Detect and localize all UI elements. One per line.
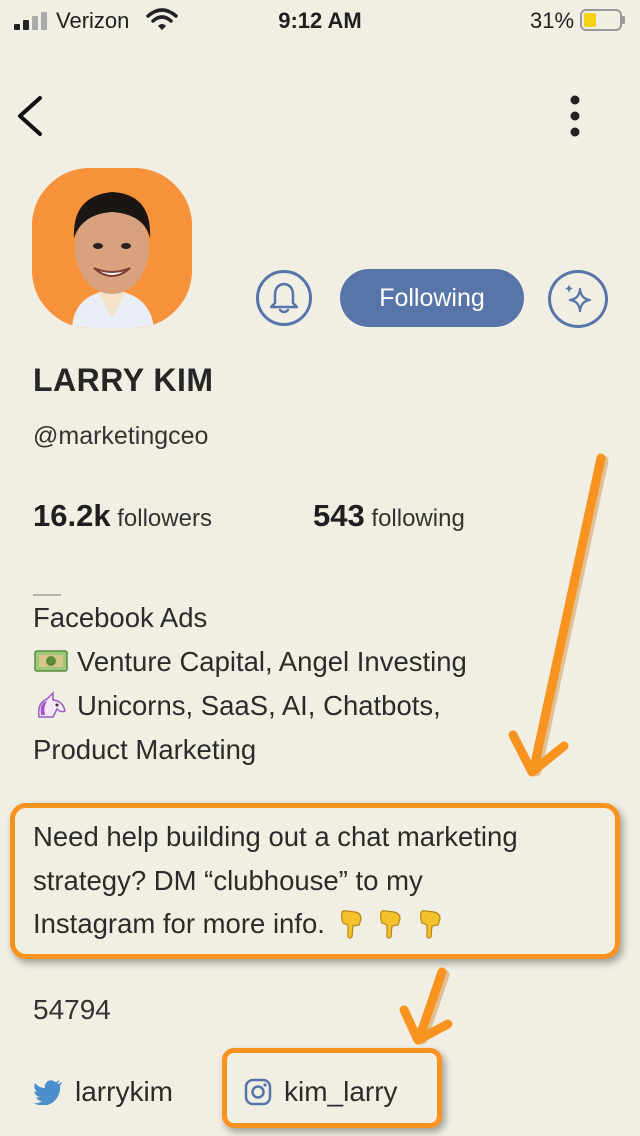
bio-line-1: Facebook Ads: [33, 602, 208, 633]
arrow-down-long: [508, 453, 609, 777]
promo-line-3: Instagram for more info.: [33, 908, 444, 940]
bio-line-2-text: Venture Capital, Angel Investing: [77, 646, 467, 677]
following-count: 543: [313, 498, 365, 533]
bio-divider: [33, 594, 61, 596]
profile-screen: Verizon 9:12 AM 31% Following LARRY KIM …: [0, 0, 640, 1136]
followers-label: followers: [117, 505, 212, 532]
battery-icon: [580, 9, 625, 31]
bio-line-3: Unicorns, SaaS, AI, Chatbots,: [33, 690, 441, 722]
money-bag-icon: [34, 650, 68, 672]
unicorn-icon: [37, 691, 66, 718]
pointing-down-icon: [419, 910, 441, 939]
instagram-link[interactable]: kim_larry: [244, 1072, 398, 1112]
pointing-down-icon: [340, 910, 362, 939]
bell-icon: [269, 282, 299, 314]
promo-line-1: Need help building out a chat marketing: [33, 821, 518, 852]
arrow-down-short: [399, 967, 453, 1045]
status-bar: Verizon 9:12 AM 31%: [0, 0, 640, 40]
more-vertical-icon: [570, 95, 580, 137]
battery-percent: 31%: [530, 8, 575, 33]
followers-stat[interactable]: 16.2k followers: [33, 498, 212, 534]
instagram-handle: kim_larry: [284, 1076, 398, 1107]
sparkle-icon: [565, 284, 592, 313]
bio-line-4: Product Marketing: [33, 734, 257, 765]
instagram-icon: [244, 1078, 272, 1106]
following-stat[interactable]: 543 following: [313, 498, 465, 534]
sparkle-button[interactable]: [548, 270, 608, 328]
promo-line-2: strategy? DM “clubhouse” to my: [33, 865, 423, 896]
pointing-down-icon: [380, 910, 401, 939]
following-button[interactable]: Following: [340, 269, 524, 327]
followers-count: 16.2k: [33, 498, 111, 533]
notifications-button[interactable]: [256, 270, 312, 326]
bio-line-2: Venture Capital, Angel Investing: [33, 646, 467, 678]
twitter-link[interactable]: larrykim: [33, 1072, 173, 1112]
twitter-icon: [33, 1080, 62, 1105]
profile-handle: @marketingceo: [33, 422, 209, 450]
avatar-photo: [32, 168, 192, 328]
chevron-left-icon: [18, 96, 42, 136]
profile-name: LARRY KIM: [33, 362, 214, 398]
promo-line-3-text: Instagram for more info.: [33, 908, 325, 939]
following-label: following: [371, 505, 465, 532]
more-options-button[interactable]: [556, 92, 594, 140]
twitter-handle: larrykim: [75, 1076, 173, 1107]
bio-number: 54794: [33, 994, 111, 1025]
bio-line-3-text: Unicorns, SaaS, AI, Chatbots,: [77, 690, 441, 721]
avatar[interactable]: [32, 168, 192, 328]
back-button[interactable]: [10, 92, 50, 140]
